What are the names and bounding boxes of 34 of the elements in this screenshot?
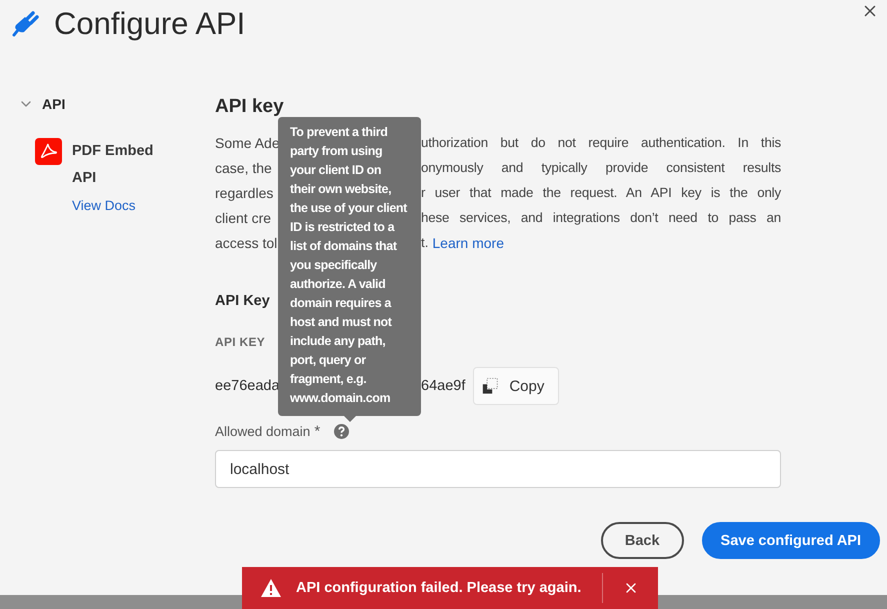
copy-button[interactable]: Copy <box>473 367 560 405</box>
copy-icon <box>482 376 500 396</box>
description-text: onymously and typically provide consistent results <box>421 160 781 175</box>
description-text: t. <box>421 234 428 250</box>
page-title: Configure API <box>54 6 246 42</box>
description-text: regardles <box>215 184 274 200</box>
description-text: access tol <box>215 234 278 250</box>
description-text: hese services, and integrations don’t need to pass an <box>421 210 781 225</box>
learn-more-link[interactable]: Learn more <box>432 234 504 250</box>
sidebar-item[interactable]: PDF Embed API <box>72 138 172 192</box>
help-icon[interactable] <box>334 424 350 439</box>
pdf-icon <box>35 138 62 165</box>
save-button[interactable]: Save configured API <box>702 522 880 559</box>
toast-message: API configuration failed. Please try again. <box>296 580 582 596</box>
warning-icon <box>260 578 282 598</box>
domain-input-field[interactable]: localhost <box>215 450 781 488</box>
description-text: Some Ade <box>215 134 278 150</box>
api-key-value: 64ae9f <box>421 378 466 394</box>
description-text: client cre <box>215 210 272 226</box>
tooltip: To prevent a third party from using your client ID on their own website, the use of your client ID is restricted to a list of domains that you specifically authorize. A valid domain requires a host and must not include any path, port, query or fragment, e.g. www.domain.com <box>278 117 421 422</box>
description-text: case, the <box>215 160 273 176</box>
api-key-value: ee76eada <box>215 378 278 394</box>
field-label: API KEY <box>215 335 266 349</box>
field-label: Allowed domain <box>215 424 310 439</box>
description-text: r user that made the request. An API key is the only <box>421 185 781 200</box>
sidebar-section[interactable]: API <box>18 96 66 112</box>
required-mark: * <box>314 423 320 440</box>
back-button[interactable]: Back <box>600 522 684 559</box>
view-docs-link[interactable]: View Docs <box>72 198 172 213</box>
tooltip-pointer <box>344 416 356 422</box>
plug-icon <box>12 11 40 37</box>
subsection-heading: API Key <box>215 293 270 309</box>
description-text: uthorization but do not require authentication. In this <box>421 135 781 150</box>
section-heading: API key <box>215 96 285 118</box>
